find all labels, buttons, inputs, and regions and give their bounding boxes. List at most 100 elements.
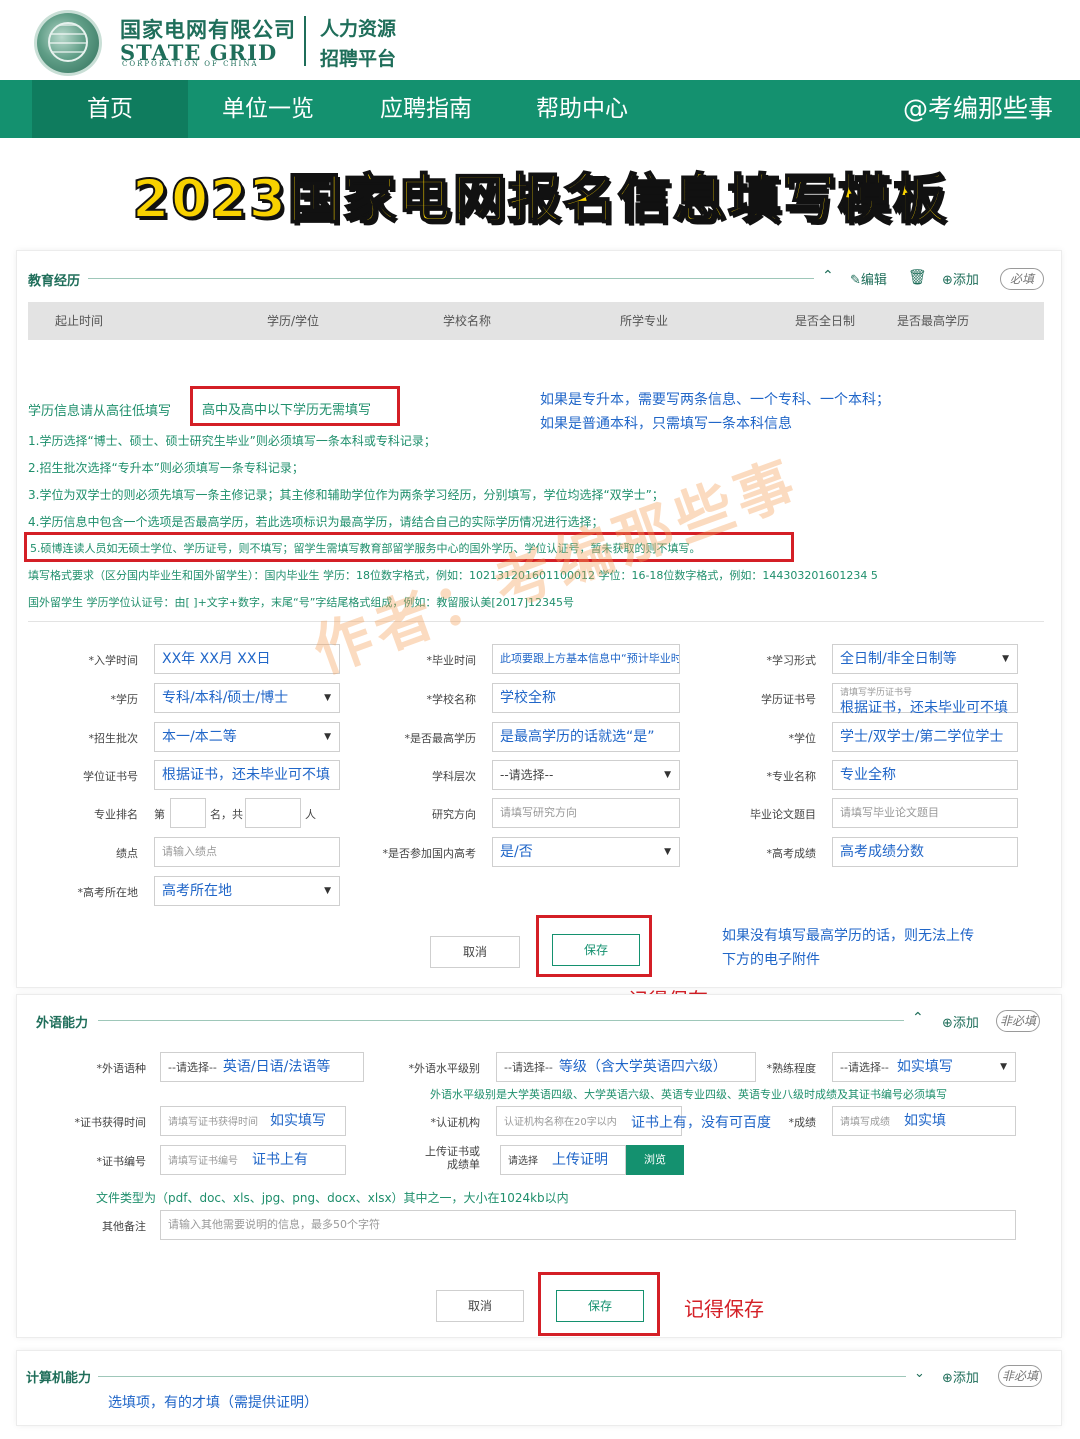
computer-note: 选填项，有的才填（需提供证明） bbox=[108, 1395, 318, 1411]
major-label: *专业名称 bbox=[766, 770, 817, 783]
rule-1: 1.学历选择“博士、硕士、硕士研究生毕业”则必须填写一条本科或专科记录； bbox=[28, 434, 436, 448]
nav-item-units[interactable]: 单位一览 bbox=[190, 80, 346, 138]
plus-circle-icon: ⊕ bbox=[942, 273, 953, 288]
language-title-line bbox=[98, 1020, 904, 1021]
chevron-down-icon: ▼ bbox=[1002, 654, 1009, 664]
gaokao-label: *是否参加国内高考 bbox=[382, 847, 477, 860]
upload-label-line1: 上传证书或 bbox=[425, 1145, 480, 1158]
proficiency-select-text: --请选择-- bbox=[840, 1061, 889, 1074]
proficiency-select[interactable]: --请选择-- 如实填写 ▼ bbox=[832, 1052, 1016, 1082]
school-label: *学校名称 bbox=[426, 693, 477, 706]
col-period: 起止时间 bbox=[55, 314, 104, 328]
blue-note-1: 如果是专升本，需要写两条信息、一个专科、一个本科； bbox=[540, 392, 890, 408]
gaokao-select[interactable]: 是/否 ▼ bbox=[492, 837, 680, 867]
edit-label: 编辑 bbox=[860, 273, 887, 288]
edit-button[interactable]: ✎编辑 bbox=[850, 269, 887, 288]
trash-icon[interactable]: 🗑 bbox=[908, 268, 927, 286]
cert-time-label: *证书获得时间 bbox=[74, 1116, 147, 1129]
collapse-up-icon[interactable]: ⌃ bbox=[912, 1010, 924, 1026]
rank-input[interactable] bbox=[170, 798, 206, 828]
computer-title-line bbox=[98, 1376, 906, 1377]
lang-level-select[interactable]: --请选择-- 等级（含大学英语四六级） bbox=[496, 1052, 756, 1082]
lang-type-select[interactable]: --请选择-- 英语/日语/法语等 bbox=[160, 1052, 364, 1082]
batch-label: *招生批次 bbox=[88, 732, 139, 745]
grade-label: *成绩 bbox=[788, 1116, 817, 1129]
computer-title: 计算机能力 bbox=[26, 1371, 92, 1386]
rule-3: 3.学位为双学士的则必须先填写一条主修记录；其主修和辅助学位作为两条学习经历，分… bbox=[28, 488, 664, 502]
edu-cert-hint: 根据证书，还未毕业可不填 bbox=[840, 700, 1008, 716]
computer-add-button[interactable]: ⊕添加 bbox=[942, 1367, 979, 1386]
language-title: 外语能力 bbox=[36, 1016, 89, 1031]
cert-no-input[interactable]: 请填写证书编号 证书上有 bbox=[160, 1145, 346, 1175]
language-cancel-button[interactable]: 取消 bbox=[436, 1290, 524, 1322]
plus-circle-icon: ⊕ bbox=[942, 1016, 953, 1031]
grade-input[interactable]: 请填写成绩 如实填 bbox=[832, 1106, 1016, 1136]
subject-level-value: --请选择-- bbox=[500, 768, 554, 782]
highest-select[interactable]: 是最高学历的话就选“是” bbox=[492, 722, 680, 752]
pencil-icon: ✎ bbox=[850, 273, 861, 288]
expand-down-icon[interactable]: ⌄ bbox=[914, 1366, 925, 1381]
rank-total-input[interactable] bbox=[245, 798, 301, 828]
gaokao-place-select[interactable]: 高考所在地 ▼ bbox=[154, 876, 340, 906]
enroll-time-input[interactable]: XX年 XX月 XX日 bbox=[154, 644, 340, 674]
collapse-up-icon[interactable]: ⌃ bbox=[822, 268, 834, 284]
lang-type-value: 英语/日语/法语等 bbox=[222, 1059, 331, 1075]
cert-time-input[interactable]: 请填写证书获得时间 如实填写 bbox=[160, 1106, 346, 1136]
cert-no-value: 证书上有 bbox=[252, 1152, 308, 1168]
nav-item-home[interactable]: 首页 bbox=[32, 80, 188, 138]
col-fulltime: 是否全日制 bbox=[795, 314, 856, 328]
rank-suffix: 人 bbox=[305, 808, 316, 821]
education-add-button[interactable]: ⊕添加 bbox=[942, 269, 979, 288]
major-input[interactable]: 专业全称 bbox=[832, 760, 1018, 790]
xuewei-select[interactable]: 学士/双学士/第二学位学士 bbox=[832, 722, 1018, 752]
gpa-input[interactable]: 请输入绩点 bbox=[154, 837, 340, 867]
degree-select[interactable]: 专科/本科/硕士/博士 ▼ bbox=[154, 683, 340, 713]
chevron-down-icon: ▼ bbox=[324, 732, 331, 742]
gaokao-place-label: *高考所在地 bbox=[77, 886, 139, 899]
rank-middle: 名，共 bbox=[210, 808, 243, 821]
upload-value: 上传证明 bbox=[552, 1152, 608, 1168]
rank-label: 专业排名 bbox=[94, 808, 138, 821]
xuewei-label: *学位 bbox=[788, 732, 817, 745]
education-save-button[interactable]: 保存 bbox=[552, 934, 640, 966]
upload-note-2: 下方的电子附件 bbox=[722, 952, 820, 968]
education-table-header bbox=[28, 302, 1044, 340]
education-intro: 学历信息请从高往低填写 bbox=[28, 404, 172, 419]
gaokao-score-input[interactable]: 高考成绩分数 bbox=[832, 837, 1018, 867]
chevron-down-icon: ▼ bbox=[664, 847, 671, 857]
cert-no-label: *证书编号 bbox=[96, 1155, 147, 1168]
school-input[interactable]: 学校全称 bbox=[492, 683, 680, 713]
language-add-button[interactable]: ⊕添加 bbox=[942, 1012, 979, 1031]
subject-level-select[interactable]: --请选择-- ▼ bbox=[492, 760, 680, 790]
optional-badge: 非必填 bbox=[998, 1365, 1042, 1387]
degree-value: 专科/本科/硕士/博士 bbox=[162, 690, 289, 706]
study-mode-select[interactable]: 全日制/非全日制等 ▼ bbox=[832, 644, 1018, 674]
language-save-button[interactable]: 保存 bbox=[556, 1290, 644, 1322]
banner-title: 2023国家电网报名信息填写模板 bbox=[131, 168, 948, 231]
education-cancel-button[interactable]: 取消 bbox=[430, 936, 520, 968]
lang-level-select-text: --请选择-- bbox=[504, 1061, 553, 1074]
research-input[interactable]: 请填写研究方向 bbox=[492, 798, 680, 828]
study-mode-label: *学习形式 bbox=[766, 654, 817, 667]
browse-button[interactable]: 浏览 bbox=[626, 1145, 684, 1175]
xuewei-cert-input[interactable]: 根据证书，还未毕业可不填 bbox=[154, 760, 340, 790]
cert-org-hint: 证书上有，没有可百度 bbox=[631, 1115, 771, 1131]
study-mode-value: 全日制/非全日制等 bbox=[840, 651, 957, 667]
blue-note-2: 如果是普通本科，只需填写一条本科信息 bbox=[540, 416, 792, 432]
remember-save-2: 记得保存 bbox=[684, 1297, 764, 1321]
batch-select[interactable]: 本一/本二等 ▼ bbox=[154, 722, 340, 752]
research-label: 研究方向 bbox=[432, 808, 476, 821]
add-label: 添加 bbox=[952, 1371, 979, 1386]
gaokao-value: 是/否 bbox=[500, 844, 533, 860]
remark-input[interactable]: 请输入其他需要说明的信息，最多50个字符 bbox=[160, 1210, 1016, 1240]
page-root: 国家电网有限公司 STATE GRID CORPORATION OF CHINA… bbox=[0, 0, 1080, 1439]
col-highest: 是否最高学历 bbox=[897, 314, 970, 328]
company-name-en-sub: CORPORATION OF CHINA bbox=[122, 60, 259, 68]
file-type-note: 文件类型为（pdf、doc、xls、jpg、png、docx、xlsx）其中之一… bbox=[96, 1191, 569, 1205]
grad-time-input[interactable]: 此项要跟上方基本信息中“预计毕业时间”一致 bbox=[492, 644, 680, 674]
nav-item-help[interactable]: 帮助中心 bbox=[504, 80, 660, 138]
upload-file-input[interactable]: 请选择 上传证明 bbox=[500, 1145, 626, 1175]
nav-item-guide[interactable]: 应聘指南 bbox=[348, 80, 504, 138]
thesis-input[interactable]: 请填写毕业论文题目 bbox=[832, 798, 1018, 828]
edu-cert-label: 学历证书号 bbox=[761, 693, 816, 706]
